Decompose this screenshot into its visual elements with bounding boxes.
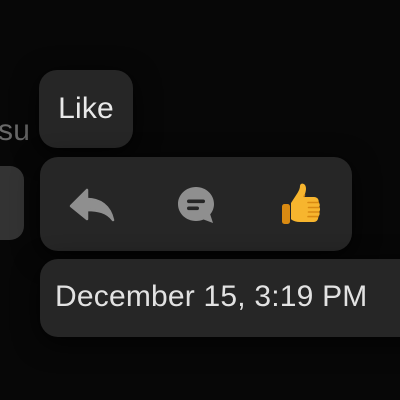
like-button[interactable] (274, 179, 326, 231)
reply-arrow-icon (69, 188, 115, 222)
thumbs-up-icon (282, 183, 321, 224)
message-action-bar (40, 157, 352, 251)
background-message-bubble (0, 166, 24, 240)
background-message-fragment: su (0, 114, 31, 147)
comment-button[interactable] (170, 179, 222, 231)
reply-button[interactable] (66, 179, 118, 231)
comment-bubble-icon (178, 187, 214, 223)
timestamp-card: December 15, 3:19 PM (40, 259, 400, 337)
message-timestamp: December 15, 3:19 PM (55, 280, 368, 313)
tooltip-label: Like (58, 92, 114, 125)
message-context-screen: su Like December 15, 3:19 PM (0, 0, 400, 400)
like-tooltip: Like (39, 70, 133, 148)
